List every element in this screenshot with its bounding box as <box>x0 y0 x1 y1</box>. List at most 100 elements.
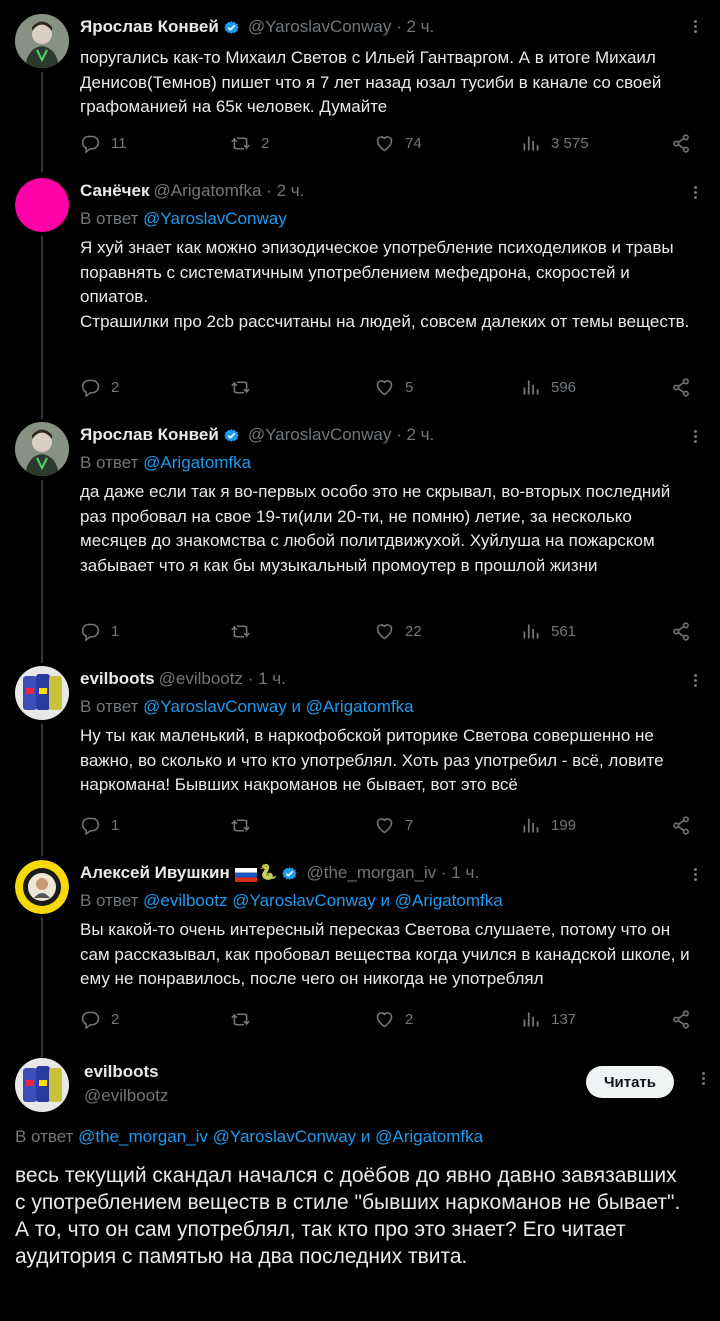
views-icon <box>523 380 539 394</box>
views-button[interactable]: 3 575 <box>520 131 589 155</box>
more-icon[interactable] <box>692 866 698 886</box>
more-icon[interactable] <box>692 428 698 448</box>
retweet-button[interactable] <box>230 619 261 643</box>
reply-prefix: В ответ <box>15 1127 79 1146</box>
follow-button[interactable]: Читать <box>585 1066 674 1098</box>
like-icon <box>376 1011 393 1027</box>
mention-link[interactable]: @YaroslavConway <box>143 209 287 228</box>
share-button[interactable] <box>671 1007 692 1031</box>
like-button[interactable]: 5 <box>374 375 413 399</box>
like-button[interactable]: 2 <box>374 1007 413 1031</box>
handle[interactable]: @YaroslavConway <box>248 16 392 38</box>
views-count: 137 <box>551 1010 577 1028</box>
retweet-icon <box>231 380 250 394</box>
retweet-count: 2 <box>261 134 270 152</box>
views-icon <box>523 1012 539 1026</box>
avatar[interactable] <box>15 422 69 476</box>
share-icon <box>673 815 689 835</box>
display-name[interactable]: evilboots <box>84 1062 159 1082</box>
like-count: 2 <box>405 1010 414 1028</box>
handle[interactable]: @YaroslavConway <box>248 424 392 446</box>
tweet-text: поругались как-то Михаил Светов с Ильей … <box>80 48 662 116</box>
tweet[interactable]: Ярослав Конвей @YaroslavConway · 2 ч. по… <box>0 0 720 166</box>
retweet-button[interactable] <box>230 375 261 399</box>
share-button[interactable] <box>671 619 692 643</box>
separator: · <box>436 863 452 882</box>
like-button[interactable]: 22 <box>374 619 422 643</box>
reply-icon <box>81 1011 100 1029</box>
timestamp[interactable]: 2 ч. <box>406 16 434 38</box>
handle[interactable]: @evilbootz <box>159 668 243 690</box>
display-name[interactable]: Санёчек <box>80 180 150 202</box>
reply-prefix: В ответ <box>80 891 144 910</box>
reply-count: 2 <box>111 378 120 396</box>
share-button[interactable] <box>671 131 692 155</box>
retweet-button[interactable]: 2 <box>230 131 269 155</box>
like-count: 74 <box>405 134 422 152</box>
tweet[interactable]: Санёчек @Arigatomfka · 2 ч. В ответ @Yar… <box>0 166 720 410</box>
reply-icon <box>81 379 100 397</box>
reply-button[interactable]: 11 <box>80 131 127 155</box>
reply-button[interactable]: 1 <box>80 619 119 643</box>
like-button[interactable]: 74 <box>374 131 422 155</box>
mention-link[interactable]: @Arigatomfka <box>143 453 251 472</box>
avatar[interactable] <box>15 14 69 68</box>
reply-prefix: В ответ <box>80 697 144 716</box>
reply-button[interactable]: 2 <box>80 1007 119 1031</box>
more-icon[interactable] <box>700 1070 706 1090</box>
views-icon <box>523 624 539 638</box>
more-icon[interactable] <box>692 672 698 692</box>
handle[interactable]: @the_morgan_iv <box>306 862 436 884</box>
timestamp[interactable]: 2 ч. <box>406 424 434 446</box>
avatar[interactable] <box>15 666 69 720</box>
reply-count: 1 <box>111 622 120 640</box>
more-icon[interactable] <box>692 18 698 38</box>
like-button[interactable]: 7 <box>374 813 413 837</box>
display-name[interactable]: Алексей Ивушкин <box>80 862 230 884</box>
views-button[interactable]: 199 <box>520 813 576 837</box>
avatar[interactable] <box>15 178 69 232</box>
like-icon <box>376 623 393 639</box>
tweet[interactable]: Ярослав Конвей @YaroslavConway · 2 ч. В … <box>0 410 720 654</box>
tweet[interactable]: Алексей Ивушкин 🐍 @the_morgan_iv · 1 ч. … <box>0 848 720 1042</box>
share-icon <box>673 133 689 153</box>
reply-icon <box>81 135 100 153</box>
retweet-button[interactable] <box>230 1007 261 1031</box>
tweet[interactable]: evilboots @evilbootz · 1 ч. В ответ @Yar… <box>0 654 720 848</box>
display-name[interactable]: Ярослав Конвей <box>80 16 219 38</box>
reply-context: В ответ @the_morgan_iv @YaroslavConway и… <box>15 1127 483 1147</box>
views-button[interactable]: 561 <box>520 619 576 643</box>
handle[interactable]: @evilbootz <box>84 1086 168 1106</box>
timestamp[interactable]: 1 ч. <box>451 862 479 884</box>
mention-link[interactable]: @the_morgan_iv @YaroslavConway и @Arigat… <box>78 1127 483 1146</box>
tweet-text: да даже если так я во-первых особо это н… <box>80 482 671 575</box>
like-icon <box>376 817 393 833</box>
avatar[interactable] <box>15 860 69 914</box>
mention-link[interactable]: @YaroslavConway и @Arigatomfka <box>143 697 413 716</box>
share-button[interactable] <box>671 813 692 837</box>
display-name[interactable]: evilboots <box>80 668 155 690</box>
views-count: 199 <box>551 816 577 834</box>
more-icon[interactable] <box>692 184 698 204</box>
reply-count: 2 <box>111 1010 120 1028</box>
share-button[interactable] <box>671 375 692 399</box>
display-name[interactable]: Ярослав Конвей <box>80 424 219 446</box>
mention-link[interactable]: @evilbootz @YaroslavConway и @Arigatomfk… <box>143 891 503 910</box>
views-button[interactable]: 596 <box>520 375 576 399</box>
reply-prefix: В ответ <box>80 453 144 472</box>
views-icon <box>523 818 539 832</box>
handle[interactable]: @Arigatomfka <box>154 180 262 202</box>
timestamp[interactable]: 1 ч. <box>258 668 286 690</box>
retweet-icon <box>231 136 250 150</box>
reply-count: 11 <box>111 134 127 152</box>
like-count: 22 <box>405 622 422 640</box>
separator: · <box>242 669 259 688</box>
reply-button[interactable]: 2 <box>80 375 119 399</box>
reply-button[interactable]: 1 <box>80 813 119 837</box>
retweet-icon <box>231 1012 250 1026</box>
views-count: 3 575 <box>551 134 589 152</box>
retweet-button[interactable] <box>230 813 261 837</box>
views-button[interactable]: 137 <box>520 1007 576 1031</box>
timestamp[interactable]: 2 ч. <box>277 180 305 202</box>
avatar[interactable] <box>15 1058 69 1112</box>
